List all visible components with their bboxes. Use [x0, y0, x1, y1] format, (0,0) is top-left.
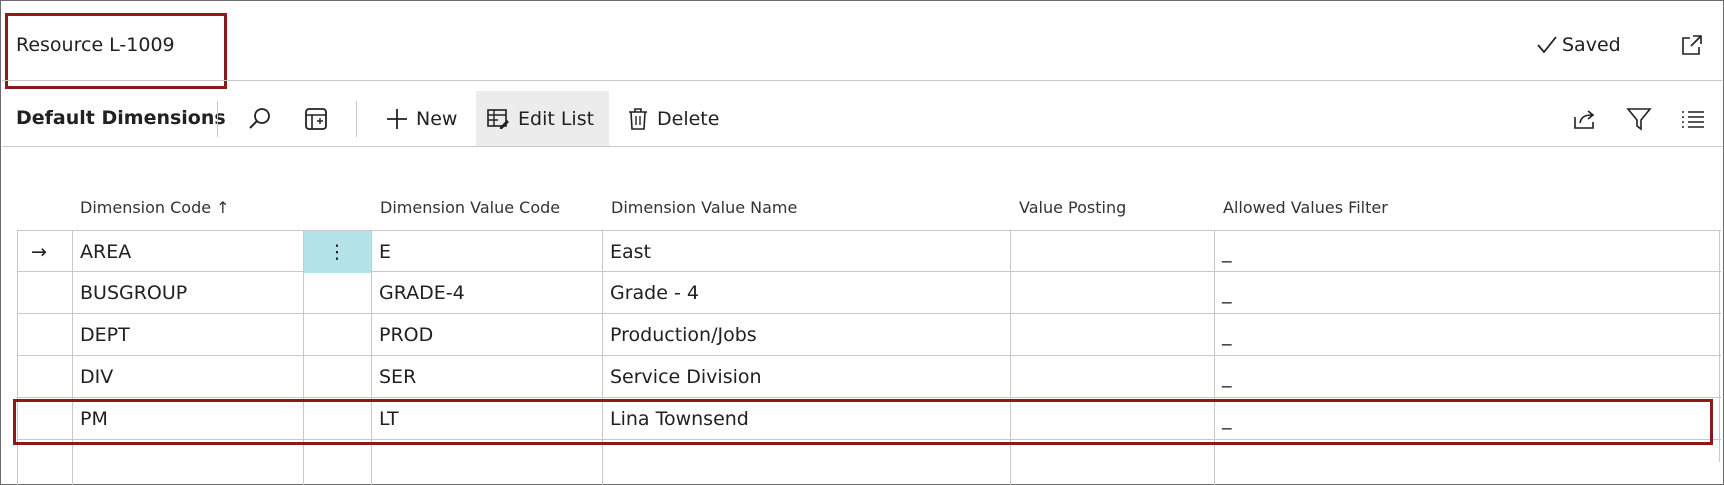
table-row[interactable]: PM LT Lina Townsend _: [17, 398, 1721, 440]
grid-header: Dimension Code ↑ Dimension Value Code Di…: [0, 190, 1722, 230]
dimension-code-cell[interactable]: PM: [72, 398, 303, 440]
grid-column-line: [17, 230, 18, 485]
edit-list-button[interactable]: Edit List: [476, 91, 609, 147]
saved-status: Saved: [1536, 34, 1621, 56]
dimension-value-code-cell[interactable]: PROD: [371, 314, 602, 356]
new-button-label: New: [416, 108, 458, 130]
checkmark-icon: [1537, 36, 1557, 54]
title-separator: [2, 80, 1722, 81]
search-icon[interactable]: [246, 105, 274, 133]
dimensions-grid: → AREA ⋮ E East _ BUSGROUP GRADE-4 Grade…: [17, 230, 1721, 485]
dimension-value-code-cell[interactable]: SER: [371, 356, 602, 398]
list-icon[interactable]: [1679, 105, 1707, 133]
table-row[interactable]: DIV SER Service Division _: [17, 356, 1721, 398]
dimension-code-cell[interactable]: DEPT: [72, 314, 303, 356]
edit-list-label: Edit List: [518, 108, 595, 130]
dimension-code-cell[interactable]: AREA: [72, 231, 303, 273]
column-header-value-posting[interactable]: Value Posting: [1019, 198, 1126, 217]
value-posting-cell[interactable]: [1010, 356, 1214, 398]
edit-list-icon: [487, 109, 509, 129]
allowed-values-filter-cell[interactable]: _: [1214, 398, 1721, 440]
dimension-value-name-cell[interactable]: East: [602, 231, 1010, 273]
new-button[interactable]: New: [376, 91, 467, 147]
table-row[interactable]: → AREA ⋮ E East _: [17, 230, 1721, 273]
table-row[interactable]: DEPT PROD Production/Jobs _: [17, 314, 1721, 356]
row-menu-icon[interactable]: ⋮: [303, 231, 371, 273]
value-posting-cell[interactable]: [1010, 398, 1214, 440]
grid-column-line: [602, 230, 603, 485]
saved-label: Saved: [1562, 34, 1621, 56]
row-marker-icon: →: [31, 241, 47, 263]
delete-button-label: Delete: [657, 108, 720, 130]
column-header-dimension-value-name[interactable]: Dimension Value Name: [611, 198, 797, 217]
layout-icon[interactable]: [302, 105, 330, 133]
allowed-values-filter-cell[interactable]: _: [1214, 272, 1721, 314]
dimension-value-code-cell[interactable]: E: [371, 231, 602, 273]
trash-icon: [629, 108, 647, 130]
title-bar: Resource L-1009 Saved: [0, 0, 1722, 90]
dimension-value-code-cell[interactable]: GRADE-4: [371, 272, 602, 314]
allowed-values-filter-cell[interactable]: _: [1214, 231, 1721, 273]
value-posting-cell[interactable]: [1010, 231, 1214, 273]
grid-column-line: [72, 230, 73, 485]
grid-column-line: [371, 230, 372, 485]
delete-button[interactable]: Delete: [617, 91, 729, 147]
toolbar: Default Dimensions New Edit List Delete: [0, 91, 1722, 147]
dimension-value-name-cell[interactable]: Grade - 4: [602, 272, 1010, 314]
value-posting-cell[interactable]: [1010, 272, 1214, 314]
dimension-value-name-cell[interactable]: Production/Jobs: [602, 314, 1010, 356]
dimension-code-cell[interactable]: DIV: [72, 356, 303, 398]
toolbar-divider: [217, 101, 218, 137]
dimension-code-cell[interactable]: BUSGROUP: [72, 272, 303, 314]
page-title: Resource L-1009: [16, 34, 175, 56]
grid-column-line: [1010, 230, 1011, 485]
popout-icon[interactable]: [1680, 33, 1704, 57]
grid-column-line: [303, 230, 304, 485]
allowed-values-filter-cell[interactable]: _: [1214, 356, 1721, 398]
plus-icon: [387, 109, 407, 129]
toolbar-separator: [2, 146, 1722, 147]
table-row[interactable]: BUSGROUP GRADE-4 Grade - 4 _: [17, 272, 1721, 314]
column-header-allowed-values-filter[interactable]: Allowed Values Filter: [1223, 198, 1388, 217]
dimension-value-code-cell[interactable]: LT: [371, 398, 602, 440]
section-title: Default Dimensions: [16, 107, 226, 129]
table-row-empty[interactable]: [17, 440, 1721, 482]
dimension-value-name-cell[interactable]: Service Division: [602, 356, 1010, 398]
share-icon[interactable]: [1571, 105, 1599, 133]
allowed-values-filter-cell[interactable]: _: [1214, 314, 1721, 356]
grid-column-line: [1719, 230, 1720, 462]
toolbar-divider: [356, 101, 357, 137]
dimension-value-name-cell[interactable]: Lina Townsend: [602, 398, 1010, 440]
filter-icon[interactable]: [1625, 105, 1653, 133]
grid-column-line: [1214, 230, 1215, 485]
column-header-dimension-code[interactable]: Dimension Code ↑: [80, 198, 230, 217]
column-header-dimension-value-code[interactable]: Dimension Value Code: [380, 198, 560, 217]
value-posting-cell[interactable]: [1010, 314, 1214, 356]
